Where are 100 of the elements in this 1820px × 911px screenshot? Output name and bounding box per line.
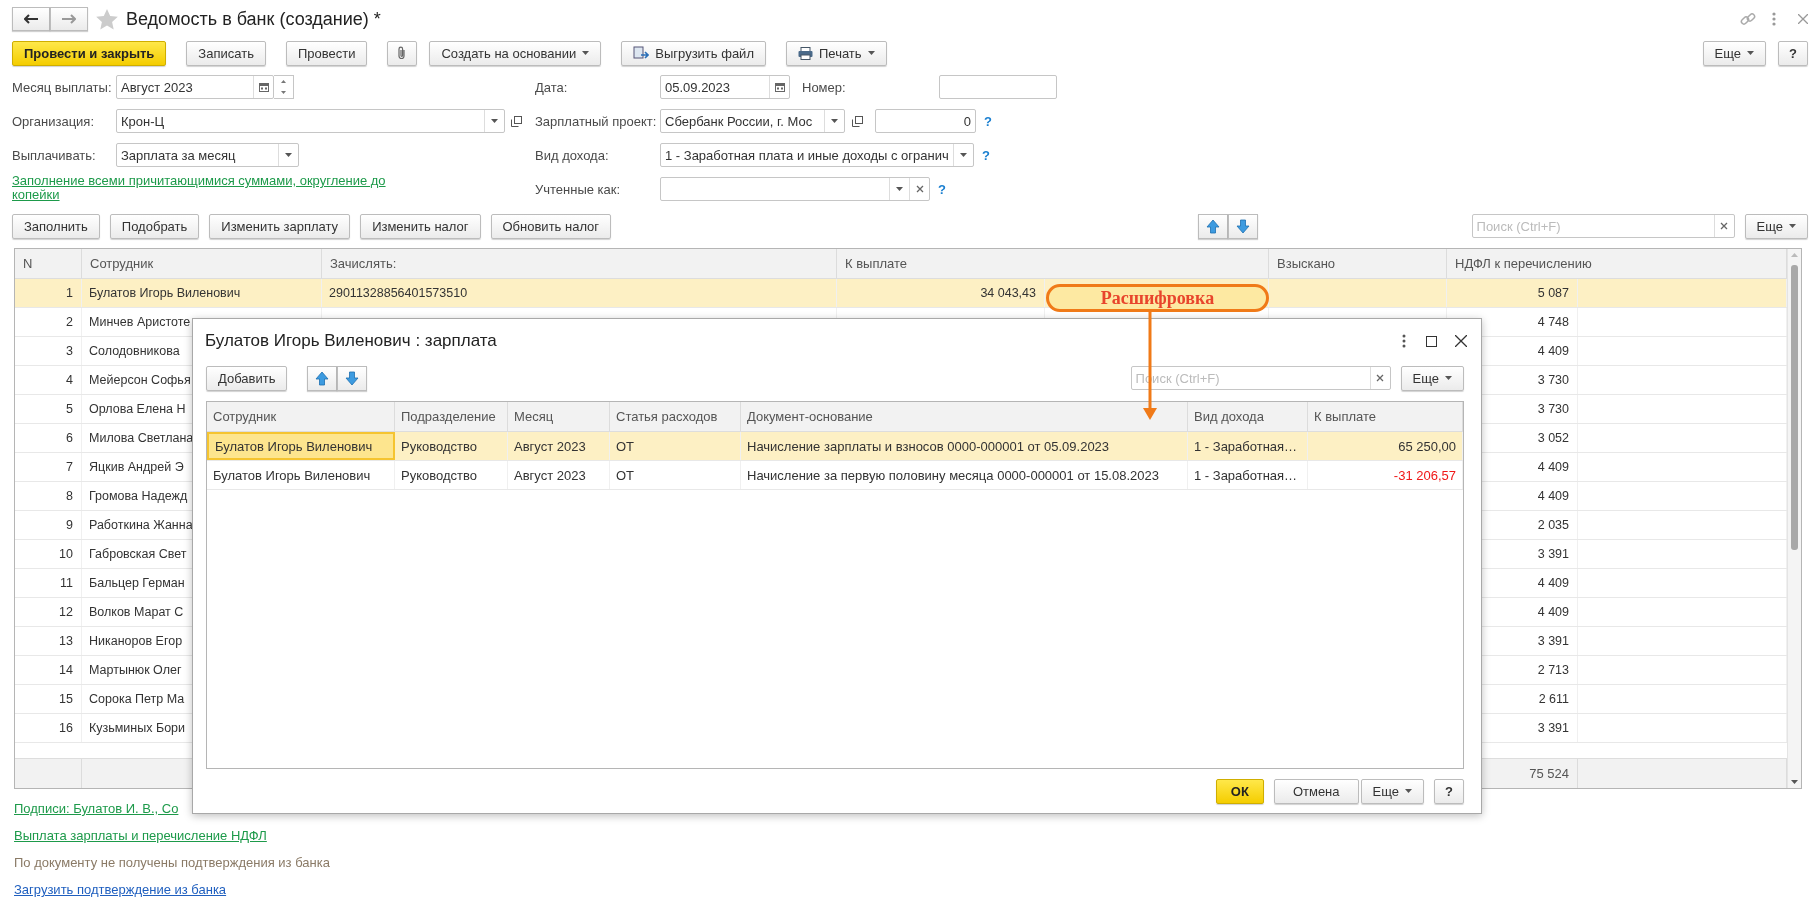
open-form-icon xyxy=(510,115,522,127)
upload-icon xyxy=(633,46,650,60)
field-label: Номер: xyxy=(802,79,847,95)
post-and-close-button[interactable]: Провести и закрыть xyxy=(12,40,167,66)
move-down-button[interactable] xyxy=(1227,213,1258,239)
star-icon[interactable] xyxy=(96,8,118,30)
field-label: Учтенные как: xyxy=(535,181,622,197)
organization-field[interactable]: Крон-Ц xyxy=(116,109,505,133)
table-cell: Август 2023 xyxy=(508,432,610,460)
table-cell: 1 - Заработная… xyxy=(1188,461,1308,489)
table-cell: 11 xyxy=(15,569,82,597)
back-button[interactable] xyxy=(12,7,50,31)
counted-as-field[interactable] xyxy=(660,177,930,201)
create-based-on-button[interactable]: Создать на основании xyxy=(429,40,602,66)
column-header: N xyxy=(15,249,82,278)
move-down-button[interactable] xyxy=(337,365,368,391)
table-cell: 1 - Заработная… xyxy=(1188,432,1308,460)
scrollbar[interactable] xyxy=(1787,249,1801,788)
column-header: Вид дохода xyxy=(1188,402,1308,431)
table-cell: Руководство xyxy=(395,432,508,460)
help-icon[interactable]: ? xyxy=(938,181,946,197)
search-field[interactable]: Поиск (Ctrl+F) xyxy=(1471,214,1735,238)
move-up-button[interactable] xyxy=(1197,213,1228,239)
help-icon[interactable]: ? xyxy=(982,147,990,163)
toolbar-button[interactable]: Записать xyxy=(186,40,266,66)
column-header: Зачислять: xyxy=(322,249,837,278)
link[interactable]: Загрузить подтверждение из банка xyxy=(14,882,227,897)
month-field[interactable]: Август 2023 xyxy=(116,75,274,99)
toolbar-button[interactable]: Обновить налог xyxy=(490,213,612,239)
search-input[interactable]: Поиск (Ctrl+F) xyxy=(1472,215,1714,237)
table-row[interactable]: Булатов Игорь Виленович Руководство Август 2023 ОТ Начисление за первую половину месяца 0000-000001 от 15.08.2023 1 - Заработная… -31 206,57 xyxy=(207,461,1463,490)
clear-icon xyxy=(1376,374,1385,382)
table-cell: Булатов Игорь Виленович xyxy=(207,461,395,489)
help-button[interactable]: ? xyxy=(1434,778,1464,804)
pay-type-field[interactable]: Зарплата за месяц xyxy=(116,143,299,167)
toolbar-button[interactable]: Подобрать xyxy=(109,213,200,239)
table-cell: 5 xyxy=(15,395,82,423)
print-button[interactable]: Печать xyxy=(786,40,887,66)
spin-up-icon xyxy=(281,80,286,83)
more-button[interactable]: Еще xyxy=(1360,778,1424,804)
table-cell: 65 250,00 xyxy=(1308,432,1463,460)
table-cell: Начисление за первую половину месяца 0000-000001 от 15.08.2023 xyxy=(741,461,1188,489)
more-button[interactable]: Еще xyxy=(1400,365,1464,391)
attach-button[interactable] xyxy=(387,40,418,66)
scroll-up-icon xyxy=(1791,253,1798,257)
table-cell: -31 206,57 xyxy=(1308,461,1463,489)
printer-icon xyxy=(798,46,813,60)
table-cell: 16 xyxy=(15,714,82,742)
table-cell: 10 xyxy=(15,540,82,568)
toolbar-button[interactable]: Заполнить xyxy=(12,213,100,239)
table-cell: 34 043,43 xyxy=(837,279,1045,307)
upload-file-button[interactable]: Выгрузить файл xyxy=(621,40,766,66)
table-cell: ОТ xyxy=(610,461,741,489)
more-icon[interactable] xyxy=(1402,334,1406,348)
field-label: Месяц выплаты: xyxy=(12,79,113,95)
toolbar-button[interactable]: Изменить налог xyxy=(360,213,481,239)
table-cell: 4 xyxy=(15,366,82,394)
table-row[interactable]: Булатов Игорь Виленович Руководство Август 2023 ОТ Начисление зарплаты и взносов 0000-000001 от 05.09.2023 1 - Заработная… 65 250,00 xyxy=(207,432,1463,461)
scroll-down-icon xyxy=(1791,780,1798,784)
ok-button[interactable]: ОК xyxy=(1215,778,1264,804)
calendar-icon xyxy=(258,82,269,92)
fill-link[interactable]: Заполнение всеми причитающимися суммами, округление до копейки xyxy=(12,174,412,202)
more-button[interactable]: Еще xyxy=(1744,213,1808,239)
arrow-down-icon xyxy=(1235,218,1250,234)
back-arrow-icon xyxy=(24,14,38,24)
column-header: Сотрудник xyxy=(82,249,322,278)
help-button[interactable]: ? xyxy=(1778,40,1808,66)
date-field[interactable]: 05.09.2023 xyxy=(660,75,790,99)
caret-icon xyxy=(1789,224,1796,228)
spin-button[interactable] xyxy=(274,75,294,99)
clear-icon xyxy=(1720,222,1729,230)
window-title: Ведомость в банк (создание) * xyxy=(126,8,381,30)
amount-field[interactable]: 0 xyxy=(875,109,976,133)
calendar-icon xyxy=(774,82,785,92)
number-field[interactable] xyxy=(939,75,1057,99)
caret-icon xyxy=(491,119,498,123)
column-header: Подразделение xyxy=(395,402,508,431)
status-text: По документу не получены подтверждения из банка xyxy=(14,855,330,870)
salary-project-field[interactable]: Сбербанк России, г. Мос xyxy=(660,109,845,133)
table-cell: Булатов Игорь Виленович xyxy=(207,432,395,460)
income-type-field[interactable]: 1 - Заработная плата и иные доходы с огранич xyxy=(660,143,974,167)
maximize-icon[interactable] xyxy=(1426,335,1437,347)
clear-icon xyxy=(915,185,924,193)
link[interactable]: Выплата зарплаты и перечисление НДФЛ xyxy=(14,828,267,843)
field-label: Организация: xyxy=(12,113,96,129)
field-label: Вид дохода: xyxy=(535,147,610,163)
caret-icon xyxy=(831,119,838,123)
help-icon[interactable]: ? xyxy=(984,113,992,129)
column-header: Статья расходов xyxy=(610,402,741,431)
column-header: К выплате xyxy=(1308,402,1463,431)
cancel-button[interactable]: Отмена xyxy=(1273,778,1359,804)
move-up-button[interactable] xyxy=(307,365,338,391)
close-icon[interactable] xyxy=(1455,335,1467,347)
add-button[interactable]: Добавить xyxy=(206,365,288,391)
toolbar-button[interactable]: Изменить зарплату xyxy=(209,213,351,239)
table-cell: 8 xyxy=(15,482,82,510)
toolbar-button[interactable]: Провести xyxy=(285,40,368,66)
more-button[interactable]: Еще xyxy=(1702,40,1766,66)
caret-icon xyxy=(867,51,875,55)
link[interactable]: Подписи: Булатов И. В., Со xyxy=(14,801,179,816)
